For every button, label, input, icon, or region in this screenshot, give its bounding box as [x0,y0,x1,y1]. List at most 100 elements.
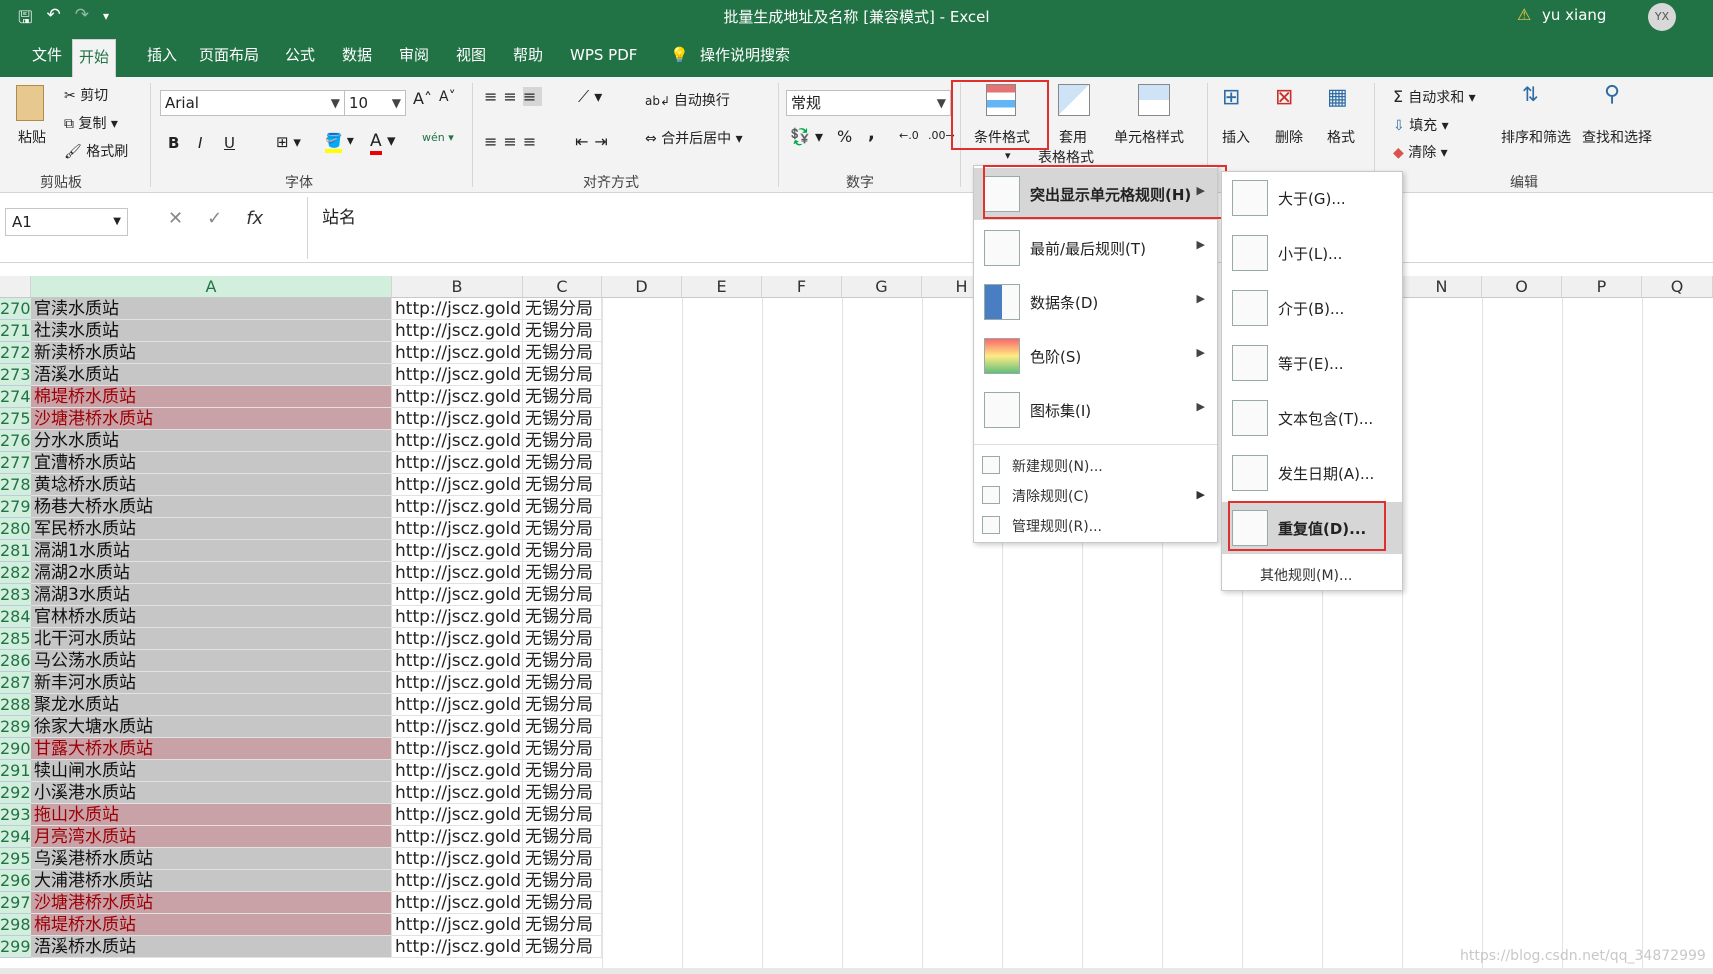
underline-button[interactable]: U [224,134,235,152]
menu-item-equal-to[interactable]: 等于(E)... [1222,337,1402,389]
cell-a[interactable]: 滆湖2水质站 [31,562,392,584]
row-header[interactable]: 285 [0,628,31,650]
cell-a[interactable]: 马公荡水质站 [31,650,392,672]
tab-review[interactable]: 审阅 [393,33,435,77]
find-select-button[interactable]: 查找和选择 [1582,127,1652,147]
cell-b[interactable]: http://jscz.goldenw [392,760,523,782]
cell-b[interactable]: http://jscz.goldenw [392,320,523,342]
cell-a[interactable]: 徐家大塘水质站 [31,716,392,738]
cell-b[interactable]: http://jscz.goldenw [392,386,523,408]
horizontal-align-buttons[interactable]: ≡≡≡ [484,132,542,151]
row-header[interactable]: 275 [0,408,31,430]
row-header[interactable]: 281 [0,540,31,562]
column-header-o[interactable]: O [1482,276,1562,298]
menu-item-text-contains[interactable]: 文本包含(T)... [1222,392,1402,444]
row-header[interactable]: 270 [0,298,31,320]
cell-a[interactable]: 乌溪港桥水质站 [31,848,392,870]
column-header-f[interactable]: F [762,276,842,298]
cell-b[interactable]: http://jscz.goldenw [392,518,523,540]
column-header-q[interactable]: Q [1642,276,1713,298]
accounting-format-button[interactable]: 💱 ▾ [790,127,823,146]
row-header[interactable]: 280 [0,518,31,540]
column-header-e[interactable]: E [682,276,762,298]
row-header[interactable]: 297 [0,892,31,914]
column-header-p[interactable]: P [1562,276,1642,298]
cell-a[interactable]: 甘露大桥水质站 [31,738,392,760]
cell-a[interactable]: 新渎桥水质站 [31,342,392,364]
column-header-g[interactable]: G [842,276,922,298]
row-header[interactable]: 290 [0,738,31,760]
cell-a[interactable]: 浯溪桥水质站 [31,936,392,958]
column-header-c[interactable]: C [523,276,602,298]
column-header-d[interactable]: D [602,276,682,298]
font-color-button[interactable]: A ▾ [370,131,396,155]
cell-b[interactable]: http://jscz.goldenw [392,782,523,804]
row-header[interactable]: 287 [0,672,31,694]
cell-a[interactable]: 军民桥水质站 [31,518,392,540]
cell-c[interactable]: 无锡分局 [523,474,602,496]
cut-button[interactable]: ✂ 剪切 [64,85,108,105]
menu-item-top-bottom[interactable]: 最前/最后规则(T) ▶ [974,222,1217,274]
format-as-table-button[interactable]: 套用 [1059,127,1087,147]
copy-button[interactable]: ⧉ 复制 ▾ [64,113,118,133]
format-cells-button[interactable]: 格式 [1327,127,1355,147]
phonetic-button[interactable]: wén ▾ [422,131,454,144]
tab-formulas[interactable]: 公式 [279,33,321,77]
cell-c[interactable]: 无锡分局 [523,738,602,760]
cell-c[interactable]: 无锡分局 [523,804,602,826]
cell-a[interactable]: 月亮湾水质站 [31,826,392,848]
tab-home[interactable]: 开始 [72,39,117,77]
cell-a[interactable]: 宜漕桥水质站 [31,452,392,474]
cell-c[interactable]: 无锡分局 [523,672,602,694]
cell-b[interactable]: http://jscz.goldenw [392,650,523,672]
cell-a[interactable]: 大浦港桥水质站 [31,870,392,892]
merge-center-button[interactable]: ⇔ 合并后居中 ▾ [645,128,743,148]
fill-color-button[interactable]: 🪣 ▾ [325,133,354,153]
row-header[interactable]: 286 [0,650,31,672]
row-header[interactable]: 274 [0,386,31,408]
cell-styles-button[interactable]: 单元格样式 [1114,127,1184,147]
cell-a[interactable]: 棉堤桥水质站 [31,914,392,936]
delete-cells-button[interactable]: 删除 [1275,127,1303,147]
orientation-button[interactable]: ⟋ ▾ [578,87,602,107]
fill-button[interactable]: ⇩ 填充 ▾ [1393,115,1449,135]
cell-b[interactable]: http://jscz.goldenw [392,496,523,518]
cell-b[interactable]: http://jscz.goldenw [392,452,523,474]
grow-font-button[interactable]: A˄ [413,89,432,108]
cell-c[interactable]: 无锡分局 [523,848,602,870]
user-name[interactable]: yu xiang [1542,6,1606,24]
row-header[interactable]: 272 [0,342,31,364]
cell-a[interactable]: 社渎水质站 [31,320,392,342]
tell-me-search[interactable]: 操作说明搜索 [694,33,796,77]
cell-b[interactable]: http://jscz.goldenw [392,826,523,848]
cell-b[interactable]: http://jscz.goldenw [392,870,523,892]
cell-c[interactable]: 无锡分局 [523,782,602,804]
cell-b[interactable]: http://jscz.goldenw [392,562,523,584]
row-header[interactable]: 283 [0,584,31,606]
row-header[interactable]: 277 [0,452,31,474]
select-all-corner[interactable] [0,276,31,298]
cell-b[interactable]: http://jscz.goldenw [392,892,523,914]
number-format-select[interactable]: 常规 ▼ [786,90,951,116]
row-header[interactable]: 289 [0,716,31,738]
autosum-button[interactable]: Σ 自动求和 ▾ [1393,87,1476,107]
row-header[interactable]: 291 [0,760,31,782]
format-painter-button[interactable]: 🖌 格式刷 [64,141,128,161]
insert-cells-button[interactable]: 插入 [1222,127,1250,147]
menu-item-data-bars[interactable]: 数据条(D) ▶ [974,276,1217,328]
menu-item-between[interactable]: 介于(B)... [1222,282,1402,334]
cell-b[interactable]: http://jscz.goldenw [392,430,523,452]
confirm-icon[interactable]: ✓ [207,208,222,229]
row-header[interactable]: 278 [0,474,31,496]
cell-b[interactable]: http://jscz.goldenw [392,606,523,628]
cell-b[interactable]: http://jscz.goldenw [392,628,523,650]
cell-b[interactable]: http://jscz.goldenw [392,298,523,320]
vertical-align-buttons[interactable]: ≡≡≡ [484,87,543,106]
cell-b[interactable]: http://jscz.goldenw [392,540,523,562]
row-header[interactable]: 292 [0,782,31,804]
cell-c[interactable]: 无锡分局 [523,826,602,848]
increase-decimal-button[interactable]: ←.0 [899,129,919,142]
menu-item-clear-rules[interactable]: 清除规则(C) ▶ [974,482,1217,508]
indent-buttons[interactable]: ⇤⇥ [575,132,614,151]
cell-c[interactable]: 无锡分局 [523,408,602,430]
